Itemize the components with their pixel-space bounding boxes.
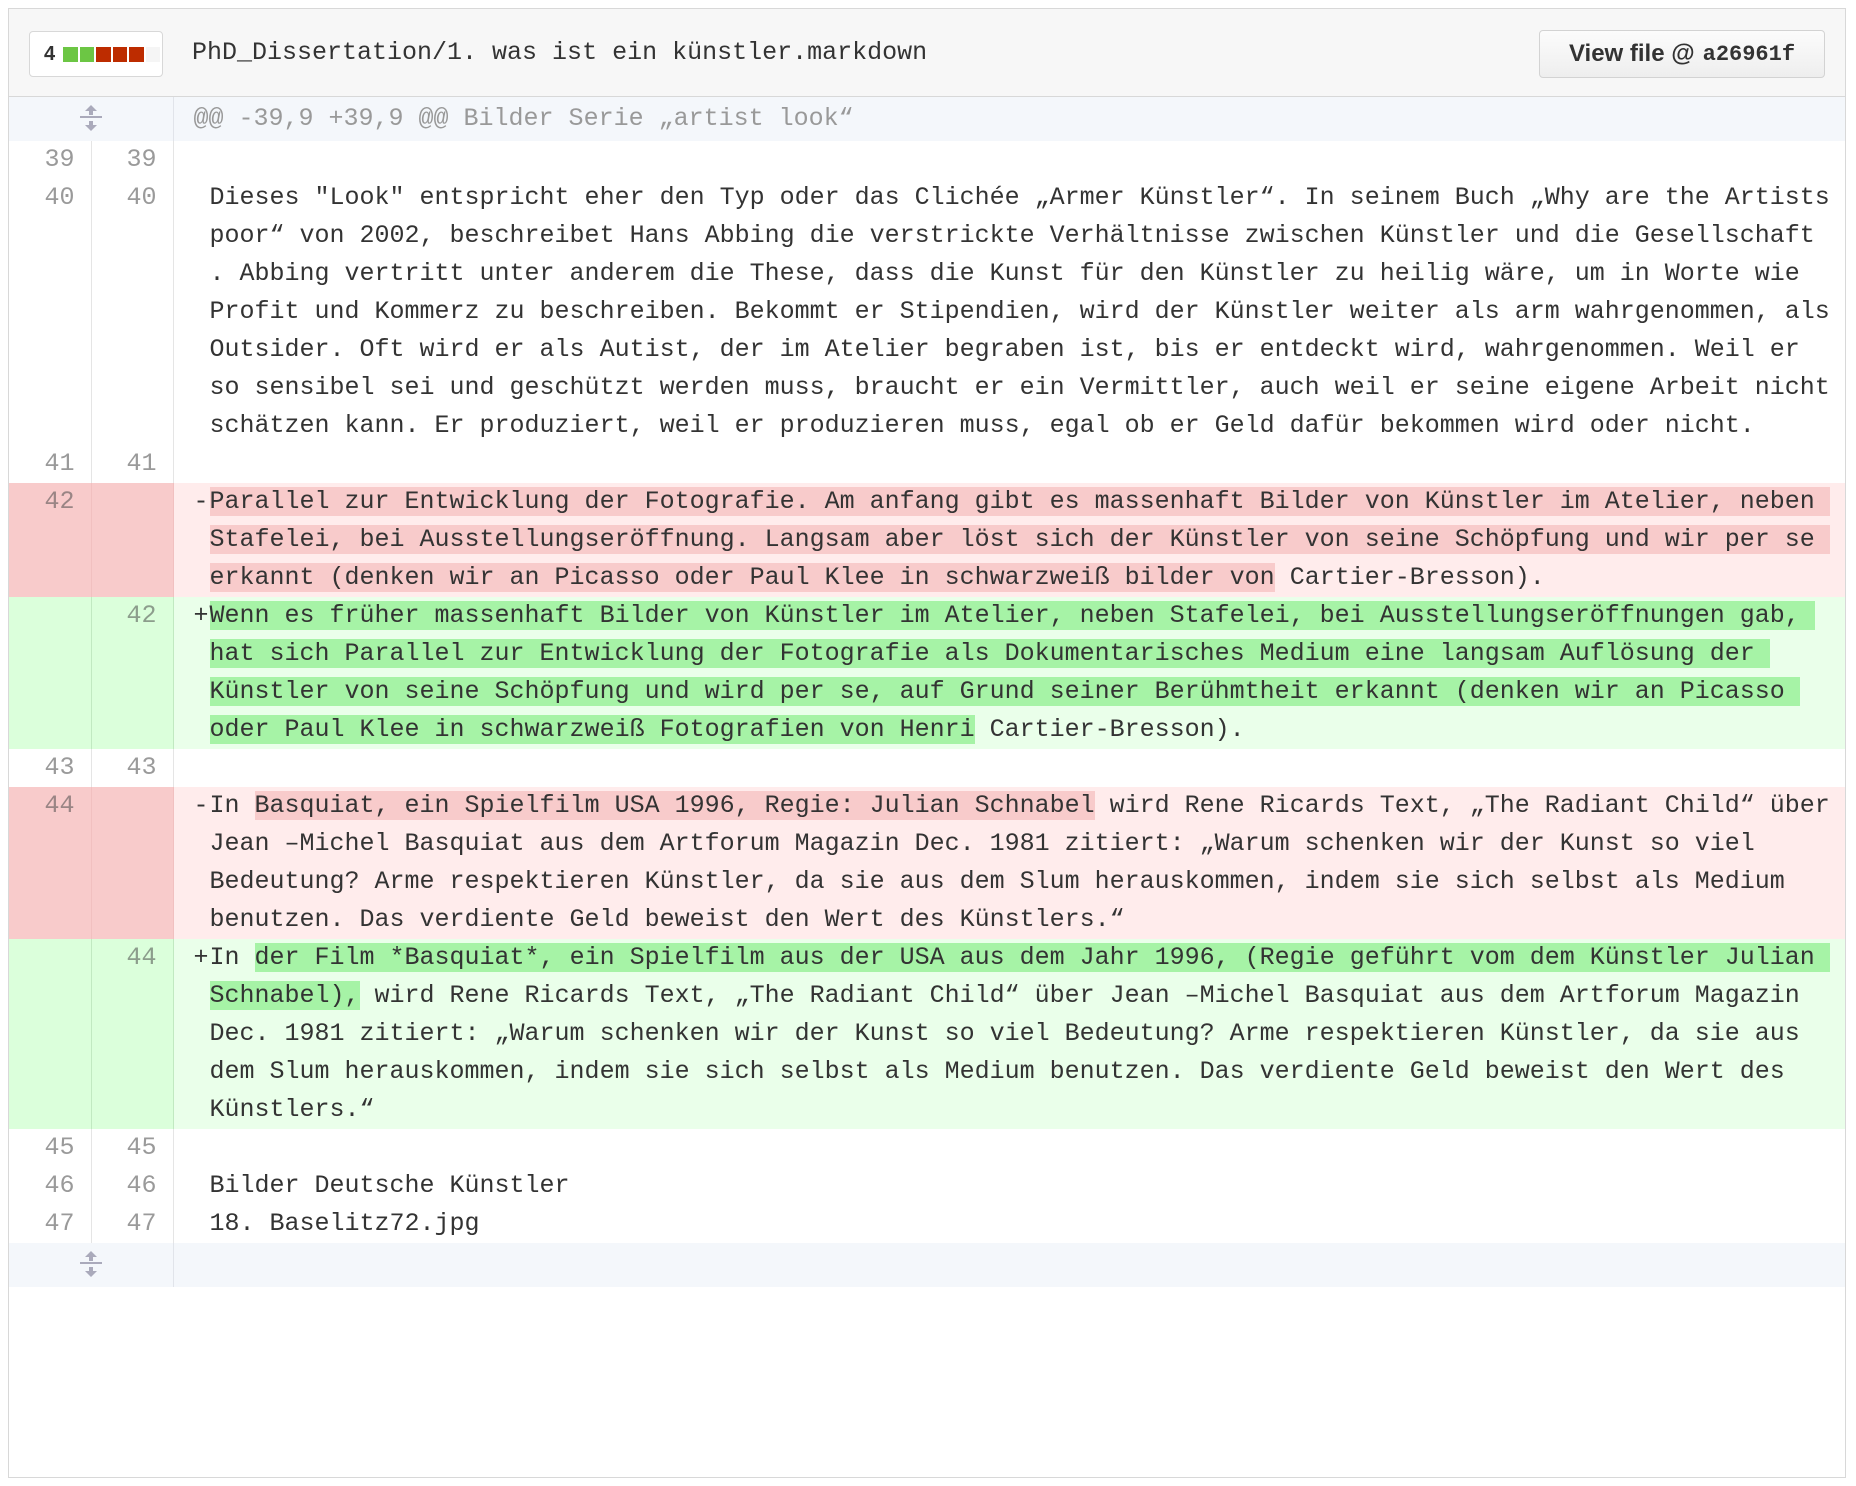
old-line-number[interactable]: 40 [9, 179, 92, 445]
diffstat-block [63, 46, 78, 62]
line-content: Wenn es früher massenhaft Bilder von Kün… [209, 597, 1834, 749]
expand-button-top[interactable] [9, 97, 174, 141]
line-text: Cartier-Bresson). [974, 715, 1245, 744]
line-text: wird Rene Ricards Text, „The Radiant Chi… [209, 981, 1815, 1124]
diff-line: 47 47 18. Baselitz72.jpg [9, 1205, 1845, 1243]
diff-line: 45 45 [9, 1129, 1845, 1167]
diff-line: 39 39 [9, 141, 1845, 179]
line-text: Cartier-Bresson). [1274, 563, 1545, 592]
diff-sign: + [193, 943, 209, 972]
added-line: 44 + In der Film *Basquiat*, ein Spielfi… [9, 939, 1845, 1129]
old-line-number[interactable]: 43 [9, 749, 92, 787]
diffstat: 4 [29, 31, 163, 77]
new-line-number[interactable]: 42 [91, 597, 174, 749]
file-path[interactable]: PhD_Dissertation/1. was ist ein künstler… [192, 35, 927, 71]
expand-button-bottom[interactable] [9, 1243, 174, 1287]
diffstat-block [129, 46, 144, 62]
line-content: In der Film *Basquiat*, ein Spielfilm au… [209, 939, 1834, 1129]
old-line-number[interactable]: 46 [9, 1167, 92, 1205]
hunk-header-row: @@ -39,9 +39,9 @@ Bilder Serie „artist l… [9, 97, 1845, 141]
diff-line: 41 41 [9, 445, 1845, 483]
old-line-number[interactable]: 45 [9, 1129, 92, 1167]
hunk-header: @@ -39,9 +39,9 @@ Bilder Serie „artist l… [173, 97, 1845, 141]
old-line-number [9, 597, 92, 749]
old-line-number[interactable]: 42 [9, 483, 92, 597]
deleted-line: 44 - In Basquiat, ein Spielfilm USA 1996… [9, 787, 1845, 939]
deleted-highlight: Parallel zur Entwicklung der Fotografie.… [209, 487, 1830, 592]
old-line-number[interactable]: 47 [9, 1205, 92, 1243]
new-line-number [91, 787, 174, 939]
deleted-highlight: Basquiat, ein Spielfilm USA 1996, Regie:… [254, 791, 1095, 820]
diff-sign: - [193, 487, 209, 516]
diff-file: 4 PhD_Dissertation/1. was ist ein künstl… [8, 8, 1846, 1478]
new-line-number[interactable]: 43 [91, 749, 174, 787]
line-content: In Basquiat, ein Spielfilm USA 1996, Reg… [210, 787, 1834, 939]
new-line-number[interactable]: 46 [91, 1167, 174, 1205]
view-file-label: View file @ [1568, 40, 1695, 67]
diff-sign: - [193, 791, 209, 820]
old-line-number[interactable]: 41 [9, 445, 92, 483]
diffstat-block [112, 46, 128, 62]
old-line-number [9, 939, 92, 1129]
new-line-number[interactable]: 40 [91, 179, 174, 445]
diffstat-count: 4 [44, 42, 56, 65]
line-content: Parallel zur Entwicklung der Fotografie.… [209, 483, 1834, 597]
line-text: In [209, 791, 255, 820]
commit-sha: a26961f [1702, 41, 1796, 67]
diff-line: 40 40 Dieses "Look" entspricht eher den … [9, 179, 1845, 445]
line-text: In [209, 943, 255, 972]
diff-sign: + [193, 601, 209, 630]
diffstat-block [96, 46, 111, 62]
new-line-number[interactable]: 47 [91, 1205, 174, 1243]
view-file-button[interactable]: View file @ a26961f [1539, 30, 1825, 78]
old-line-number[interactable]: 39 [9, 141, 92, 179]
new-line-number[interactable]: 44 [91, 939, 174, 1129]
hunk-footer-row [9, 1243, 1845, 1287]
line-content: 18. Baselitz72.jpg [209, 1209, 480, 1238]
diff-line: 46 46 Bilder Deutsche Künstler [9, 1167, 1845, 1205]
diff-table: @@ -39,9 +39,9 @@ Bilder Serie „artist l… [9, 97, 1845, 1287]
new-line-number[interactable]: 41 [91, 445, 174, 483]
old-line-number[interactable]: 44 [9, 787, 92, 939]
new-line-number[interactable]: 39 [91, 141, 174, 179]
diff-line: 43 43 [9, 749, 1845, 787]
line-content: Bilder Deutsche Künstler [209, 1171, 570, 1200]
file-header: 4 PhD_Dissertation/1. was ist ein künstl… [9, 9, 1845, 97]
deleted-line: 42 - Parallel zur Entwicklung der Fotogr… [9, 483, 1845, 597]
hunk-footer [173, 1243, 1845, 1287]
added-line: 42 + Wenn es früher massenhaft Bilder vo… [9, 597, 1845, 749]
line-content: Dieses "Look" entspricht eher den Typ od… [209, 183, 1845, 440]
new-line-number [91, 483, 174, 597]
unfold-icon [79, 1251, 102, 1278]
diffstat-block [145, 46, 161, 62]
diffstat-block [79, 46, 95, 62]
new-line-number[interactable]: 45 [91, 1129, 174, 1167]
unfold-icon [79, 105, 102, 132]
